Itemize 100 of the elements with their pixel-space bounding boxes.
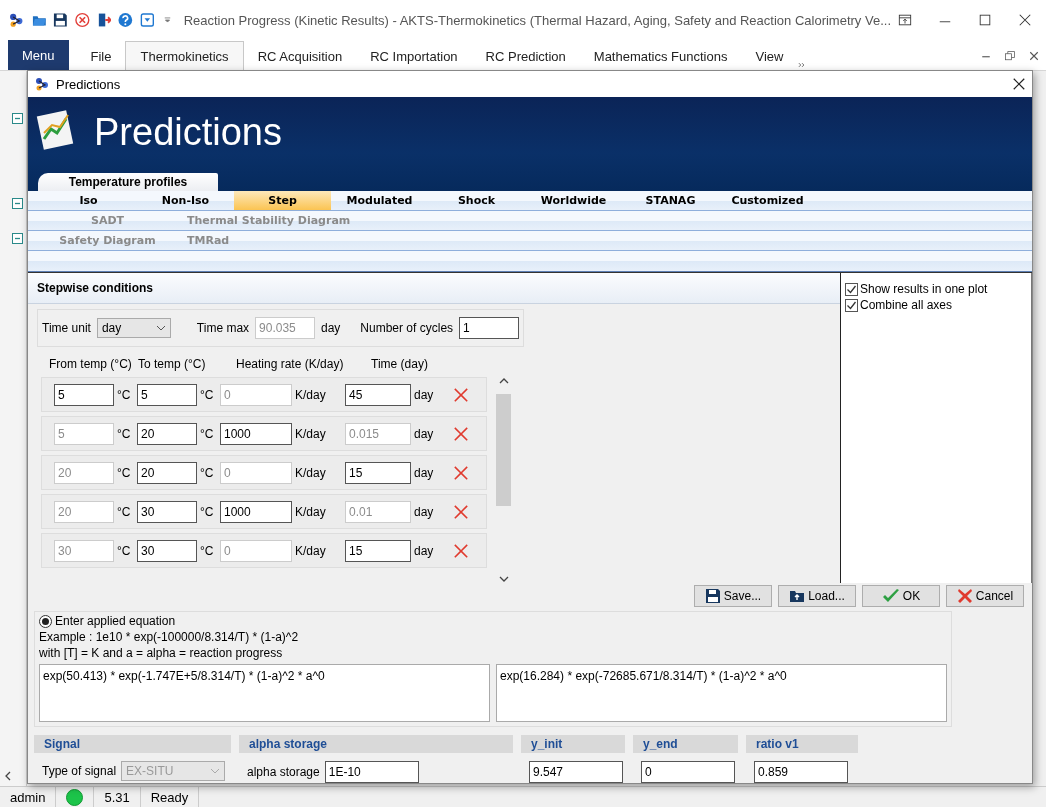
collapse-icon[interactable] <box>12 113 23 124</box>
customize-icon[interactable] <box>161 14 173 26</box>
profile-tab[interactable]: Step <box>234 191 331 210</box>
unit-label: K/day <box>295 387 327 402</box>
delete-icon[interactable] <box>452 463 470 482</box>
status-text: Ready <box>140 787 200 807</box>
checkbox[interactable] <box>845 282 858 296</box>
column-header: Heating rate (K/day) <box>236 357 345 371</box>
input-field[interactable]: 1E-10 <box>324 761 419 783</box>
radio-button[interactable] <box>39 614 52 628</box>
maximize-icon[interactable] <box>978 13 992 27</box>
ribbon-tab[interactable]: File <box>76 42 126 70</box>
close-icon[interactable] <box>1028 50 1040 62</box>
unit-label: day <box>414 387 435 402</box>
unit-label: °C <box>117 543 132 558</box>
ok-button[interactable]: OK <box>862 585 940 607</box>
close-icon[interactable] <box>1018 13 1032 27</box>
molecule-icon <box>34 76 50 92</box>
unit-label: °C <box>200 426 215 441</box>
banner-title: Predictions <box>94 111 282 154</box>
profile-tab[interactable]: Customized <box>719 191 816 210</box>
save-icon[interactable] <box>53 12 68 28</box>
group-header: y_end <box>633 735 738 753</box>
cancel-button[interactable]: Cancel <box>946 585 1024 607</box>
unit-label: K/day <box>295 426 327 441</box>
section-tab[interactable]: Temperature profiles <box>38 173 218 191</box>
window-title: Reaction Progress (Kinetic Results) - AKTS-Thermokinetics (Thermal Hazard, Aging, Safety and Reaction Calorimetry Ve... <box>183 12 891 28</box>
input-field[interactable]: 0.859 <box>754 761 848 783</box>
delete-icon[interactable] <box>452 424 470 443</box>
ribbon-tab[interactable]: RC Prediction <box>471 42 580 70</box>
input-field[interactable]: 45 <box>345 383 411 406</box>
section-header: Stepwise conditions <box>28 273 840 304</box>
unit-label: °C <box>200 504 215 519</box>
close-icon[interactable] <box>1012 77 1026 91</box>
field-label: Time unit <box>42 321 91 335</box>
ribbon-tab[interactable]: RC Acquisition <box>243 42 357 70</box>
equation-field[interactable]: exp(16.284) * exp(-72685.671/8.314/T) * (1-a)^2 * a^0 <box>496 664 947 722</box>
dropdown-icon[interactable] <box>139 12 155 28</box>
delete-icon[interactable] <box>452 541 470 560</box>
profile-tab[interactable]: Non-Iso <box>137 191 234 210</box>
load-button[interactable]: Load... <box>778 585 856 607</box>
equation-field[interactable]: exp(50.413) * exp(-1.747E+5/8.314/T) * (1-a)^2 * a^0 <box>39 664 490 722</box>
input-field[interactable]: 9.547 <box>529 761 623 783</box>
unit-label: °C <box>117 426 132 441</box>
profile-tab[interactable]: Modulated <box>331 191 428 210</box>
input-field[interactable]: 15 <box>345 539 411 562</box>
group-header: Signal <box>34 735 231 753</box>
field-label: Time max <box>196 321 250 335</box>
input-field[interactable]: 15 <box>345 461 411 484</box>
unit-label: °C <box>200 543 215 558</box>
ribbon-tab[interactable]: Mathematics Functions <box>579 42 742 70</box>
input-field[interactable]: 5 <box>54 383 114 406</box>
field-label: Number of cycles <box>360 321 454 335</box>
molecule-icon[interactable] <box>8 11 25 29</box>
cancel-icon <box>956 588 973 604</box>
input-field[interactable]: 30 <box>137 500 197 523</box>
input-field[interactable]: 20 <box>137 422 197 445</box>
time-unit-dropdown[interactable]: day <box>96 318 171 338</box>
profile-tab[interactable]: Shock <box>428 191 525 210</box>
scroll-left-icon[interactable] <box>4 771 12 781</box>
dialog-title: Predictions <box>56 76 121 92</box>
close-circle-icon[interactable] <box>74 12 90 28</box>
unit-label: day <box>414 543 435 558</box>
profile-tab[interactable]: STANAG <box>622 191 719 210</box>
ribbon-toggle-icon[interactable] <box>898 13 912 27</box>
input-field[interactable]: 0 <box>641 761 735 783</box>
door-icon[interactable] <box>96 12 112 28</box>
input-field[interactable]: 1000 <box>220 500 292 523</box>
group-header: alpha storage <box>239 735 513 753</box>
input-field[interactable]: 5 <box>137 383 197 406</box>
user-name: admin <box>0 787 57 807</box>
profile-tab[interactable]: Iso <box>40 191 137 210</box>
checkbox[interactable] <box>845 298 858 312</box>
unit-label: °C <box>117 465 132 480</box>
ribbon-tab[interactable]: View <box>741 42 798 70</box>
unit-label: °C <box>200 387 215 402</box>
ribbon-tab[interactable]: RC Importation <box>356 42 472 70</box>
input-field[interactable]: 1000 <box>220 422 292 445</box>
input-field[interactable]: 90.035 <box>255 317 315 339</box>
hint-text: with [T] = K and a = alpha = reaction progress <box>39 646 284 660</box>
unit-label: K/day <box>295 504 327 519</box>
ribbon-tab[interactable]: Thermokinetics <box>125 41 244 70</box>
collapse-icon[interactable] <box>12 233 23 244</box>
input-field[interactable]: 1 <box>459 317 519 339</box>
help-icon[interactable] <box>118 12 133 28</box>
field-label: alpha storage <box>247 765 320 779</box>
scroll-up-icon[interactable] <box>498 377 509 385</box>
menu-button[interactable]: Menu <box>8 40 69 70</box>
scrollbar[interactable] <box>495 377 512 583</box>
collapse-icon[interactable] <box>12 198 23 209</box>
restore-icon[interactable] <box>1004 50 1016 62</box>
input-field[interactable]: 30 <box>137 539 197 562</box>
input-field[interactable]: 20 <box>137 461 197 484</box>
save-button[interactable]: Save... <box>694 585 772 607</box>
group-header: ratio v1 <box>746 735 858 753</box>
scroll-down-icon[interactable] <box>498 575 509 583</box>
profile-tab[interactable]: Worldwide <box>525 191 622 210</box>
delete-icon[interactable] <box>452 502 470 521</box>
delete-icon[interactable] <box>452 385 470 404</box>
field-label: Type of signal <box>42 764 117 778</box>
